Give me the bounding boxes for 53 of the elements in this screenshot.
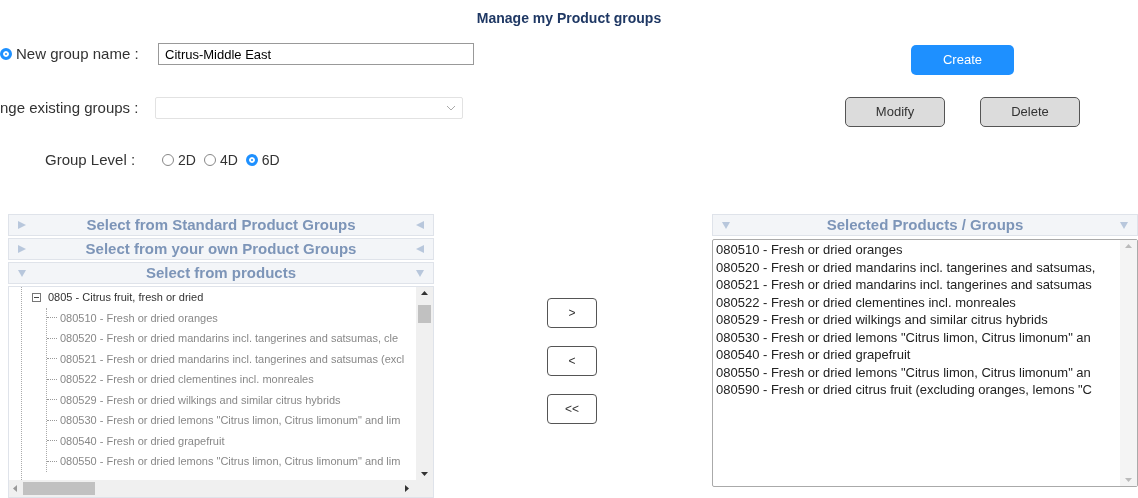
list-item[interactable]: 080590 - Fresh or dried citrus fruit (excluding oranges, lemons "C xyxy=(716,381,1117,399)
field-label: New group name : xyxy=(15,43,140,64)
radio-button[interactable] xyxy=(203,154,216,166)
tree-item[interactable]: 080529 - Fresh or dried wilkings and similar citrus hybrids xyxy=(60,391,341,408)
collapsed-arrow-icon xyxy=(415,244,425,254)
scroll-right-arrow-icon[interactable] xyxy=(405,485,409,492)
page-title: Manage my Product groups xyxy=(475,9,663,24)
horizontal-scrollbar[interactable] xyxy=(9,480,433,497)
list-item[interactable]: 080522 - Fresh or dried clementines incl. monreales xyxy=(716,293,1117,311)
radio-label: 4D xyxy=(219,150,238,170)
collapsed-arrow-icon xyxy=(415,220,425,230)
field-label: nge existing groups : xyxy=(0,97,140,118)
tree-toggle-icon[interactable] xyxy=(32,292,41,302)
scroll-thumb[interactable] xyxy=(23,482,95,495)
collapsed-arrow-icon xyxy=(17,244,27,254)
tree-item[interactable]: 080530 - Fresh or dried lemons "Citrus limon, Citrus limonum" and lim xyxy=(60,412,401,429)
group-name-field[interactable]: Citrus-Middle East xyxy=(158,43,474,65)
list-item[interactable]: 080530 - Fresh or dried lemons "Citrus limon, Citrus limonum" an xyxy=(716,328,1117,346)
action-button[interactable]: Delete xyxy=(980,97,1080,127)
radio-label: 6D xyxy=(261,150,280,170)
move-button[interactable]: < xyxy=(547,346,597,376)
radio-button[interactable] xyxy=(245,154,258,166)
tree-item[interactable]: 080520 - Fresh or dried mandarins incl. tangerines and satsumas, cle xyxy=(60,330,399,347)
expanded-arrow-icon xyxy=(1119,220,1129,230)
scroll-down-arrow-icon[interactable] xyxy=(421,472,428,476)
scroll-left-arrow-icon[interactable] xyxy=(13,485,17,492)
radio-button[interactable] xyxy=(162,154,174,166)
tree-item[interactable]: 080540 - Fresh or dried grapefruit xyxy=(60,432,225,449)
tree-item[interactable]: 080521 - Fresh or dried mandarins incl. tangerines and satsumas (excl xyxy=(60,350,405,367)
tree-item[interactable]: 080522 - Fresh or dried clementines incl. monreales xyxy=(60,371,314,388)
expanded-arrow-icon xyxy=(721,220,731,230)
chevron-down-icon xyxy=(446,105,456,111)
expanded-arrow-icon xyxy=(415,268,425,278)
move-button[interactable]: << xyxy=(547,394,597,424)
list-item[interactable]: 080510 - Fresh or dried oranges xyxy=(716,241,1117,259)
vertical-scrollbar[interactable] xyxy=(416,287,433,480)
scroll-thumb[interactable] xyxy=(418,305,431,323)
list-item[interactable]: 080520 - Fresh or dried mandarins incl. tangerines and satsumas, xyxy=(716,258,1117,276)
move-button[interactable]: > xyxy=(547,298,597,328)
list-item[interactable]: 080550 - Fresh or dried lemons "Citrus limon, Citrus limonum" an xyxy=(716,363,1117,381)
radio-label: 2D xyxy=(178,150,196,170)
action-button[interactable]: Modify xyxy=(845,97,945,127)
list-item[interactable]: 080529 - Fresh or dried wilkings and similar citrus hybrids xyxy=(716,311,1117,329)
field-label: Group Level : xyxy=(45,149,137,170)
expanded-arrow-icon xyxy=(17,268,27,278)
collapsed-arrow-icon xyxy=(17,220,27,230)
radio-button[interactable] xyxy=(0,48,12,60)
tree-item[interactable]: 080550 - Fresh or dried lemons "Citrus limon, Citrus limonum" and lim xyxy=(60,453,401,470)
tree-item[interactable]: 080510 - Fresh or dried oranges xyxy=(60,309,218,326)
tree-item[interactable]: 0805 - Citrus fruit, fresh or dried xyxy=(48,289,204,306)
list-item[interactable]: 080540 - Fresh or dried grapefruit xyxy=(716,346,1117,364)
list-item[interactable]: 080521 - Fresh or dried mandarins incl. tangerines and satsumas xyxy=(716,276,1117,294)
scroll-up-arrow-icon[interactable] xyxy=(421,291,428,295)
